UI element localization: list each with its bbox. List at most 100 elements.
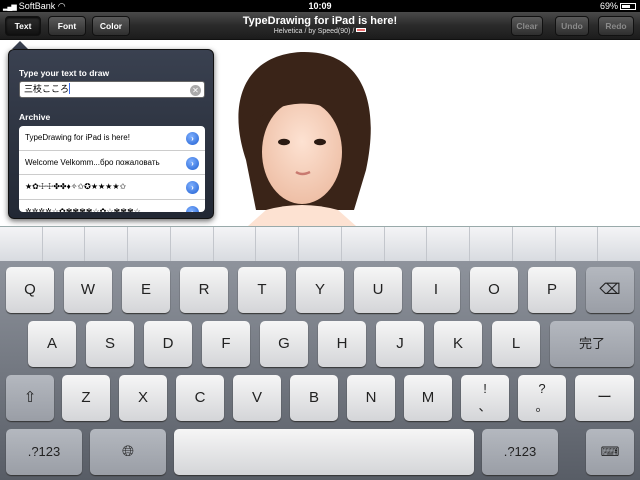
shift-key[interactable]: ⇧: [6, 375, 54, 421]
key-v[interactable]: V: [233, 375, 281, 421]
disclosure-icon[interactable]: ›: [186, 181, 199, 194]
popover-arrow: [12, 41, 28, 49]
question-key[interactable]: ?。: [518, 375, 566, 421]
key-b[interactable]: B: [290, 375, 338, 421]
numbers-key-left[interactable]: .?123: [6, 429, 82, 475]
clear-text-icon[interactable]: ✕: [190, 85, 201, 96]
key-h[interactable]: H: [318, 321, 366, 367]
archive-item-label: ✲✲✲✲☆✿✾✾✾✾☆✿☆✾✾✾☆: [25, 206, 141, 213]
battery-status: 69%: [600, 0, 636, 12]
archive-item-label: TypeDrawing for iPad is here!: [25, 133, 130, 142]
text-popover: Type your text to draw 三枝こころ ✕ Archive T…: [8, 49, 214, 219]
input-label: Type your text to draw: [19, 68, 110, 78]
exclamation-key[interactable]: !、: [461, 375, 509, 421]
candidate-cell[interactable]: [171, 227, 214, 261]
key-z[interactable]: Z: [62, 375, 110, 421]
candidate-cell[interactable]: [214, 227, 257, 261]
battery-fill: [622, 5, 631, 8]
question-bottom: 。: [535, 399, 549, 414]
key-a[interactable]: A: [28, 321, 76, 367]
key-p[interactable]: P: [528, 267, 576, 313]
text-input-value: 三枝こころ: [24, 84, 70, 94]
candidate-cell[interactable]: [556, 227, 599, 261]
disclosure-icon[interactable]: ›: [186, 132, 199, 145]
archive-list: TypeDrawing for iPad is here! › Welcome V…: [19, 126, 205, 212]
archive-label: Archive: [19, 112, 51, 122]
candidate-cell[interactable]: [470, 227, 513, 261]
archive-item[interactable]: TypeDrawing for iPad is here! ›: [19, 126, 205, 151]
text-caret: [69, 83, 71, 94]
question-top: ?: [538, 381, 546, 396]
key-f[interactable]: F: [202, 321, 250, 367]
archive-item[interactable]: ★✿☩☩✤✤♦✧✩✪★★★★✩ ›: [19, 175, 205, 200]
clock: 10:09: [308, 1, 332, 11]
key-x[interactable]: X: [119, 375, 167, 421]
archive-item[interactable]: ✲✲✲✲☆✿✾✾✾✾☆✿☆✾✾✾☆ ›: [19, 200, 205, 213]
globe-key[interactable]: 🌐︎: [90, 429, 166, 475]
key-y[interactable]: Y: [296, 267, 344, 313]
candidate-cell[interactable]: [342, 227, 385, 261]
toolbar: Text Font Color TypeDrawing for iPad is …: [0, 12, 640, 40]
key-q[interactable]: Q: [6, 267, 54, 313]
portrait-photo: [238, 51, 371, 226]
candidate-cell[interactable]: [128, 227, 171, 261]
battery-icon: [620, 3, 636, 10]
candidate-cell[interactable]: [85, 227, 129, 261]
done-key[interactable]: 完了: [550, 321, 634, 367]
candidate-cell[interactable]: [299, 227, 342, 261]
key-d[interactable]: D: [144, 321, 192, 367]
battery-percent: 69%: [599, 1, 618, 11]
status-bar: ▂▄▆ SoftBank ◠ 10:09 69%: [0, 0, 640, 12]
key-t[interactable]: T: [238, 267, 286, 313]
numbers-key-right[interactable]: .?123: [482, 429, 558, 475]
key-u[interactable]: U: [354, 267, 402, 313]
key-n[interactable]: N: [347, 375, 395, 421]
candidate-bar: [0, 226, 640, 261]
text-input[interactable]: 三枝こころ ✕: [19, 81, 205, 98]
color-button[interactable]: Color: [92, 16, 130, 36]
key-e[interactable]: E: [122, 267, 170, 313]
archive-item[interactable]: Welcome Velkomm...бро пожаловать ›: [19, 151, 205, 175]
app-title: TypeDrawing for iPad is here!: [242, 15, 398, 27]
candidate-cell[interactable]: [598, 227, 640, 261]
disclosure-icon[interactable]: ›: [186, 156, 199, 170]
exclamation-bottom: 、: [478, 399, 492, 414]
dash-key[interactable]: ー: [575, 375, 634, 421]
key-k[interactable]: K: [434, 321, 482, 367]
app-subtitle: Helvetica / by Speed(90) /: [160, 28, 480, 35]
redo-button[interactable]: Redo: [598, 16, 634, 36]
archive-item-label: Welcome Velkomm...бро пожаловать: [25, 157, 160, 167]
candidate-cell[interactable]: [513, 227, 556, 261]
text-button[interactable]: Text: [5, 16, 41, 36]
key-o[interactable]: O: [470, 267, 518, 313]
shift-icon: ⇧: [23, 389, 37, 406]
key-w[interactable]: W: [64, 267, 112, 313]
key-g[interactable]: G: [260, 321, 308, 367]
clear-button[interactable]: Clear: [511, 16, 543, 36]
backspace-key[interactable]: ⌫: [586, 267, 634, 313]
candidate-cell[interactable]: [43, 227, 86, 261]
font-button[interactable]: Font: [48, 16, 86, 36]
key-r[interactable]: R: [180, 267, 228, 313]
key-s[interactable]: S: [86, 321, 134, 367]
key-l[interactable]: L: [492, 321, 540, 367]
key-j[interactable]: J: [376, 321, 424, 367]
subtitle-text: Helvetica / by Speed(90) /: [273, 28, 355, 35]
key-c[interactable]: C: [176, 375, 224, 421]
hide-keyboard-key[interactable]: ⌨: [586, 429, 634, 475]
candidate-cell[interactable]: [385, 227, 428, 261]
disclosure-icon[interactable]: ›: [186, 205, 199, 212]
backspace-icon: ⌫: [599, 281, 621, 298]
color-swatch: [356, 28, 367, 32]
undo-button[interactable]: Undo: [555, 16, 589, 36]
candidate-cell[interactable]: [0, 227, 43, 261]
key-i[interactable]: I: [412, 267, 460, 313]
candidate-cell[interactable]: [256, 227, 300, 261]
keyboard: Q W E R T Y U I O P ⌫ A S D F G H J K L …: [0, 261, 640, 480]
candidate-cell[interactable]: [427, 227, 471, 261]
space-key[interactable]: [174, 429, 474, 475]
keyboard-hide-icon: ⌨: [600, 444, 620, 459]
exclamation-top: !: [483, 381, 487, 396]
archive-item-label: ★✿☩☩✤✤♦✧✩✪★★★★✩: [25, 182, 127, 191]
key-m[interactable]: M: [404, 375, 452, 421]
